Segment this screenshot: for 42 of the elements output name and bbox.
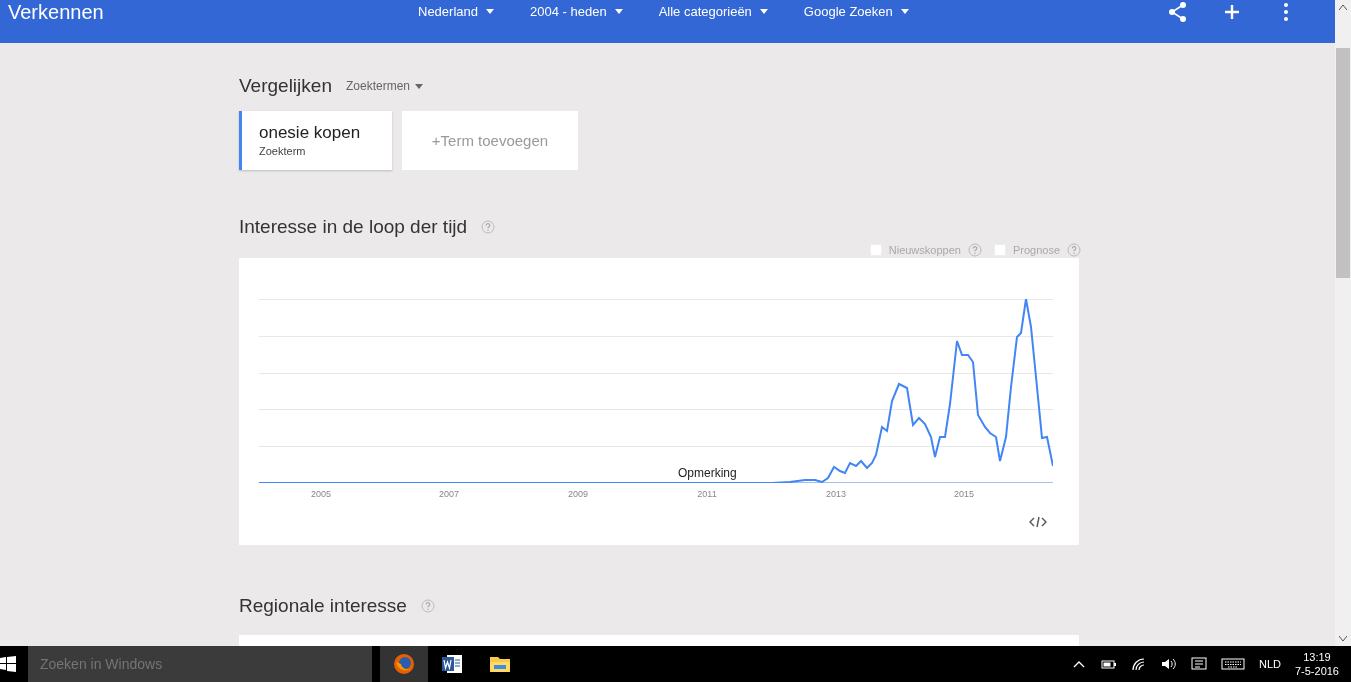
axis-label: 2015 [954, 489, 974, 499]
embed-code-icon[interactable] [1029, 516, 1047, 528]
page-title: Verkennen [7, 1, 105, 24]
section-title: Regionale interesse [239, 595, 407, 617]
caret-icon [900, 9, 909, 14]
section-title: Vergelijken [239, 75, 332, 97]
battery-icon[interactable] [1100, 657, 1117, 671]
filter-dropdown[interactable]: Alle categorieën [640, 4, 786, 19]
filter-dropdown[interactable]: Nederland [400, 4, 512, 19]
add-term-button[interactable]: +Term toevoegen [402, 111, 578, 170]
term-card[interactable]: onesie kopen Zoekterm [239, 111, 392, 170]
caret-icon [486, 9, 494, 14]
clock[interactable]: 13:19 7-5-2016 [1294, 650, 1339, 678]
language-indicator[interactable]: NLD [1258, 658, 1281, 670]
speaker-icon[interactable] [1160, 657, 1177, 671]
axis-label: 2011 [697, 489, 717, 499]
share-icon[interactable] [1167, 0, 1189, 23]
caret-icon [415, 83, 423, 89]
chart-note[interactable]: Opmerking [678, 466, 737, 480]
filter-dropdown[interactable]: 2004 - heden [512, 4, 641, 19]
section-title: Interesse in de loop der tijd [239, 216, 468, 238]
browser-taskbar-icon[interactable] [380, 646, 428, 682]
caret-icon [614, 9, 623, 14]
filter-dropdown[interactable]: Google Zoeken [785, 4, 927, 19]
keyboard-icon[interactable] [1220, 657, 1245, 671]
term-name: onesie kopen [259, 123, 362, 143]
scrollbar[interactable] [1335, 0, 1351, 646]
axis-label: 2009 [568, 489, 588, 499]
scroll-up-icon[interactable] [1339, 4, 1347, 10]
mode-dropdown[interactable]: Zoektermen [345, 79, 423, 93]
checkbox-label: Prognose [1012, 244, 1060, 256]
wifi-icon[interactable] [1130, 657, 1147, 671]
caret-icon [759, 9, 768, 14]
windows-start-icon[interactable] [0, 656, 16, 672]
axis-label: 2013 [826, 489, 846, 499]
notification-icon[interactable] [1190, 657, 1207, 671]
checkbox-label: Nieuwskoppen [888, 244, 961, 256]
axis-label: 2005 [311, 489, 331, 499]
axis-label: 2007 [439, 489, 459, 499]
term-type: Zoekterm [259, 145, 307, 157]
search-field[interactable]: Zoeken in Windows [28, 646, 372, 682]
scroll-down-icon[interactable] [1339, 636, 1347, 642]
